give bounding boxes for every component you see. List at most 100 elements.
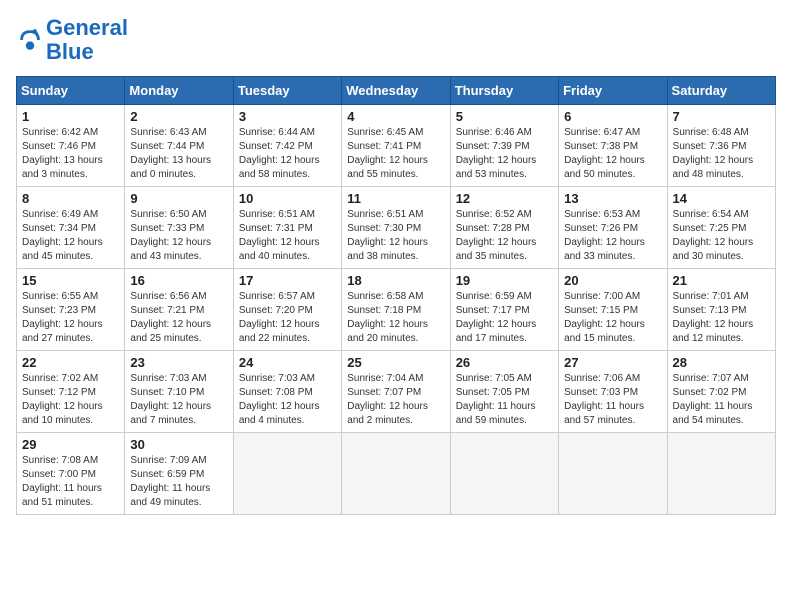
calendar-cell: 26 Sunrise: 7:05 AM Sunset: 7:05 PM Dayl… — [450, 351, 558, 433]
day-number: 2 — [130, 109, 227, 124]
day-number: 19 — [456, 273, 553, 288]
logo-text: GeneralBlue — [46, 16, 128, 64]
calendar-cell: 2 Sunrise: 6:43 AM Sunset: 7:44 PM Dayli… — [125, 105, 233, 187]
calendar-cell: 6 Sunrise: 6:47 AM Sunset: 7:38 PM Dayli… — [559, 105, 667, 187]
day-info: Sunrise: 7:01 AM Sunset: 7:13 PM Dayligh… — [673, 290, 770, 346]
calendar-table: SundayMondayTuesdayWednesdayThursdayFrid… — [16, 76, 776, 515]
day-info: Sunrise: 6:55 AM Sunset: 7:23 PM Dayligh… — [22, 290, 119, 346]
day-info: Sunrise: 7:08 AM Sunset: 7:00 PM Dayligh… — [22, 454, 119, 510]
calendar-cell: 30 Sunrise: 7:09 AM Sunset: 6:59 PM Dayl… — [125, 433, 233, 515]
calendar-cell: 9 Sunrise: 6:50 AM Sunset: 7:33 PM Dayli… — [125, 187, 233, 269]
day-number: 6 — [564, 109, 661, 124]
day-info: Sunrise: 6:43 AM Sunset: 7:44 PM Dayligh… — [130, 126, 227, 182]
day-info: Sunrise: 6:51 AM Sunset: 7:31 PM Dayligh… — [239, 208, 336, 264]
calendar-cell — [667, 433, 775, 515]
day-info: Sunrise: 6:54 AM Sunset: 7:25 PM Dayligh… — [673, 208, 770, 264]
day-number: 27 — [564, 355, 661, 370]
day-number: 23 — [130, 355, 227, 370]
day-number: 5 — [456, 109, 553, 124]
logo-icon — [16, 26, 44, 54]
day-info: Sunrise: 6:56 AM Sunset: 7:21 PM Dayligh… — [130, 290, 227, 346]
day-info: Sunrise: 7:05 AM Sunset: 7:05 PM Dayligh… — [456, 372, 553, 428]
day-info: Sunrise: 6:42 AM Sunset: 7:46 PM Dayligh… — [22, 126, 119, 182]
day-number: 15 — [22, 273, 119, 288]
day-number: 16 — [130, 273, 227, 288]
day-info: Sunrise: 7:09 AM Sunset: 6:59 PM Dayligh… — [130, 454, 227, 510]
day-number: 21 — [673, 273, 770, 288]
day-info: Sunrise: 7:03 AM Sunset: 7:10 PM Dayligh… — [130, 372, 227, 428]
day-number: 12 — [456, 191, 553, 206]
calendar-cell: 25 Sunrise: 7:04 AM Sunset: 7:07 PM Dayl… — [342, 351, 450, 433]
calendar-cell: 29 Sunrise: 7:08 AM Sunset: 7:00 PM Dayl… — [17, 433, 125, 515]
day-number: 1 — [22, 109, 119, 124]
day-number: 14 — [673, 191, 770, 206]
calendar-cell: 23 Sunrise: 7:03 AM Sunset: 7:10 PM Dayl… — [125, 351, 233, 433]
weekday-header: Friday — [559, 77, 667, 105]
calendar-cell: 21 Sunrise: 7:01 AM Sunset: 7:13 PM Dayl… — [667, 269, 775, 351]
day-info: Sunrise: 7:04 AM Sunset: 7:07 PM Dayligh… — [347, 372, 444, 428]
day-number: 25 — [347, 355, 444, 370]
day-info: Sunrise: 6:58 AM Sunset: 7:18 PM Dayligh… — [347, 290, 444, 346]
calendar-cell: 22 Sunrise: 7:02 AM Sunset: 7:12 PM Dayl… — [17, 351, 125, 433]
day-info: Sunrise: 6:44 AM Sunset: 7:42 PM Dayligh… — [239, 126, 336, 182]
weekday-header: Thursday — [450, 77, 558, 105]
logo: GeneralBlue — [16, 16, 128, 64]
calendar-cell: 14 Sunrise: 6:54 AM Sunset: 7:25 PM Dayl… — [667, 187, 775, 269]
calendar-cell: 13 Sunrise: 6:53 AM Sunset: 7:26 PM Dayl… — [559, 187, 667, 269]
day-info: Sunrise: 6:53 AM Sunset: 7:26 PM Dayligh… — [564, 208, 661, 264]
page-header: GeneralBlue — [16, 16, 776, 64]
calendar-row: 22 Sunrise: 7:02 AM Sunset: 7:12 PM Dayl… — [17, 351, 776, 433]
calendar-cell: 7 Sunrise: 6:48 AM Sunset: 7:36 PM Dayli… — [667, 105, 775, 187]
day-info: Sunrise: 7:06 AM Sunset: 7:03 PM Dayligh… — [564, 372, 661, 428]
calendar-cell: 11 Sunrise: 6:51 AM Sunset: 7:30 PM Dayl… — [342, 187, 450, 269]
calendar-cell — [342, 433, 450, 515]
day-number: 30 — [130, 437, 227, 452]
weekday-header: Saturday — [667, 77, 775, 105]
day-number: 28 — [673, 355, 770, 370]
day-number: 11 — [347, 191, 444, 206]
weekday-header-row: SundayMondayTuesdayWednesdayThursdayFrid… — [17, 77, 776, 105]
day-info: Sunrise: 7:00 AM Sunset: 7:15 PM Dayligh… — [564, 290, 661, 346]
day-info: Sunrise: 7:03 AM Sunset: 7:08 PM Dayligh… — [239, 372, 336, 428]
day-number: 17 — [239, 273, 336, 288]
day-number: 26 — [456, 355, 553, 370]
weekday-header: Tuesday — [233, 77, 341, 105]
day-number: 13 — [564, 191, 661, 206]
calendar-cell: 3 Sunrise: 6:44 AM Sunset: 7:42 PM Dayli… — [233, 105, 341, 187]
calendar-row: 8 Sunrise: 6:49 AM Sunset: 7:34 PM Dayli… — [17, 187, 776, 269]
calendar-cell: 10 Sunrise: 6:51 AM Sunset: 7:31 PM Dayl… — [233, 187, 341, 269]
calendar-cell: 12 Sunrise: 6:52 AM Sunset: 7:28 PM Dayl… — [450, 187, 558, 269]
calendar-cell: 18 Sunrise: 6:58 AM Sunset: 7:18 PM Dayl… — [342, 269, 450, 351]
calendar-cell — [559, 433, 667, 515]
calendar-cell: 8 Sunrise: 6:49 AM Sunset: 7:34 PM Dayli… — [17, 187, 125, 269]
calendar-cell: 15 Sunrise: 6:55 AM Sunset: 7:23 PM Dayl… — [17, 269, 125, 351]
day-info: Sunrise: 6:51 AM Sunset: 7:30 PM Dayligh… — [347, 208, 444, 264]
calendar-cell: 16 Sunrise: 6:56 AM Sunset: 7:21 PM Dayl… — [125, 269, 233, 351]
day-number: 7 — [673, 109, 770, 124]
day-number: 10 — [239, 191, 336, 206]
calendar-cell: 5 Sunrise: 6:46 AM Sunset: 7:39 PM Dayli… — [450, 105, 558, 187]
calendar-cell: 1 Sunrise: 6:42 AM Sunset: 7:46 PM Dayli… — [17, 105, 125, 187]
day-number: 3 — [239, 109, 336, 124]
day-info: Sunrise: 6:49 AM Sunset: 7:34 PM Dayligh… — [22, 208, 119, 264]
day-info: Sunrise: 6:48 AM Sunset: 7:36 PM Dayligh… — [673, 126, 770, 182]
day-info: Sunrise: 6:47 AM Sunset: 7:38 PM Dayligh… — [564, 126, 661, 182]
calendar-cell: 4 Sunrise: 6:45 AM Sunset: 7:41 PM Dayli… — [342, 105, 450, 187]
day-info: Sunrise: 6:52 AM Sunset: 7:28 PM Dayligh… — [456, 208, 553, 264]
calendar-cell: 19 Sunrise: 6:59 AM Sunset: 7:17 PM Dayl… — [450, 269, 558, 351]
day-info: Sunrise: 6:50 AM Sunset: 7:33 PM Dayligh… — [130, 208, 227, 264]
day-info: Sunrise: 6:57 AM Sunset: 7:20 PM Dayligh… — [239, 290, 336, 346]
day-info: Sunrise: 6:46 AM Sunset: 7:39 PM Dayligh… — [456, 126, 553, 182]
calendar-row: 29 Sunrise: 7:08 AM Sunset: 7:00 PM Dayl… — [17, 433, 776, 515]
day-number: 22 — [22, 355, 119, 370]
day-number: 9 — [130, 191, 227, 206]
day-info: Sunrise: 7:07 AM Sunset: 7:02 PM Dayligh… — [673, 372, 770, 428]
calendar-cell: 28 Sunrise: 7:07 AM Sunset: 7:02 PM Dayl… — [667, 351, 775, 433]
calendar-cell: 20 Sunrise: 7:00 AM Sunset: 7:15 PM Dayl… — [559, 269, 667, 351]
day-number: 8 — [22, 191, 119, 206]
day-number: 24 — [239, 355, 336, 370]
weekday-header: Sunday — [17, 77, 125, 105]
weekday-header: Wednesday — [342, 77, 450, 105]
day-info: Sunrise: 6:59 AM Sunset: 7:17 PM Dayligh… — [456, 290, 553, 346]
calendar-cell: 17 Sunrise: 6:57 AM Sunset: 7:20 PM Dayl… — [233, 269, 341, 351]
